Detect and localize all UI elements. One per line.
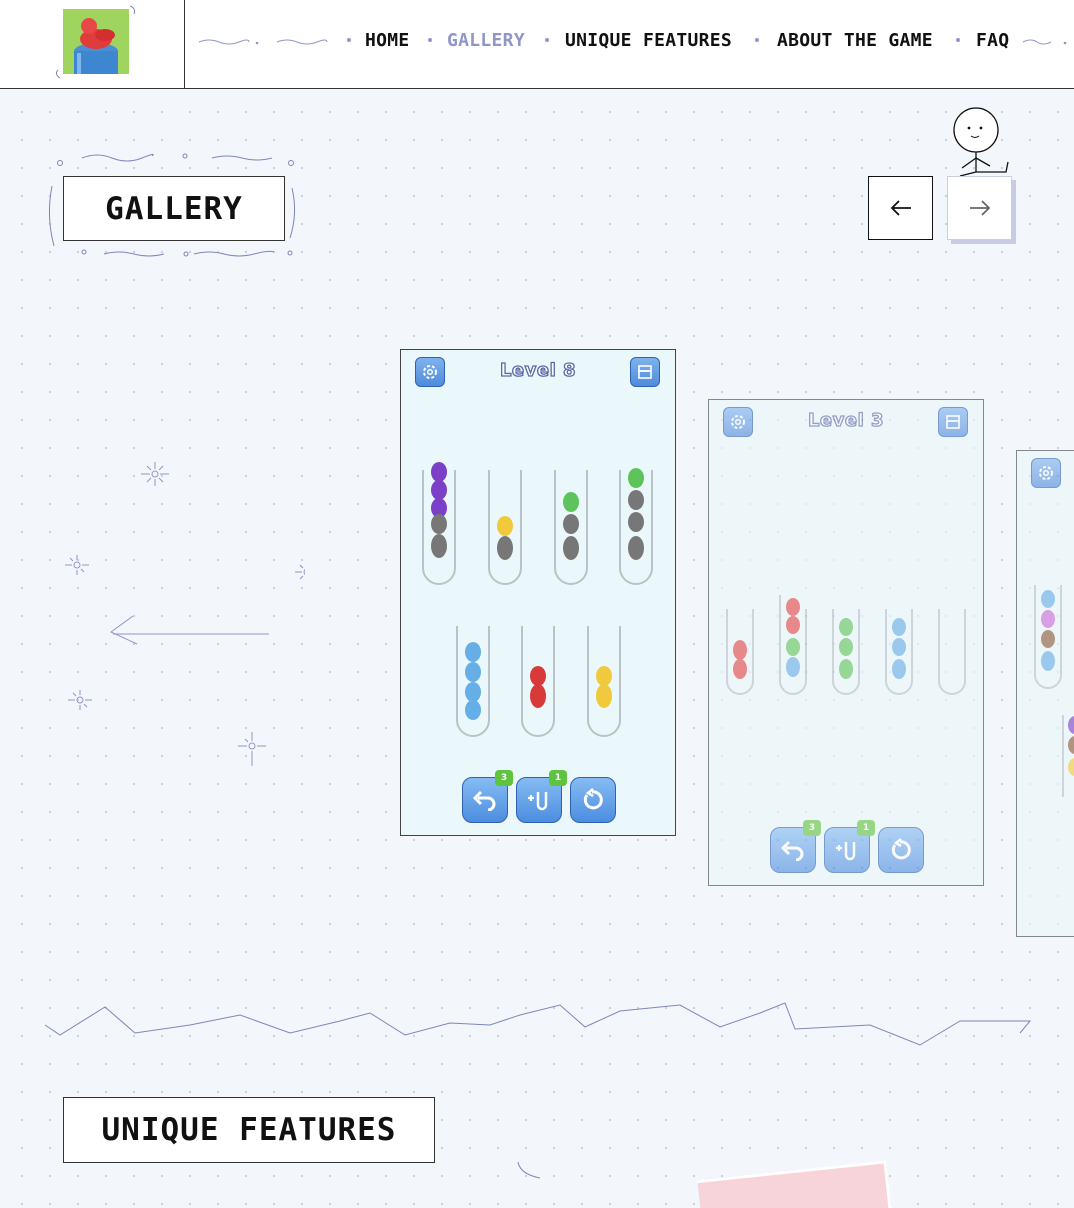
feature-card-preview: [697, 1160, 893, 1208]
section-divider-doodle: [44, 1002, 1032, 1046]
unique-features-title: UNIQUE FEATURES: [63, 1097, 435, 1163]
gallery-next-button[interactable]: [947, 176, 1012, 240]
add-tube-button: 1: [516, 770, 567, 823]
tube-row: [726, 595, 966, 695]
nav-squiggle-left: [198, 39, 328, 45]
arrow-right-icon: [969, 200, 990, 216]
add-count-badge: 1: [857, 820, 875, 836]
nav-unique-features[interactable]: UNIQUE FEATURES: [565, 30, 732, 51]
nav-about-the-game[interactable]: ABOUT THE GAME: [777, 30, 933, 51]
tube-grid: [422, 462, 653, 737]
feature-doodle: [517, 1161, 541, 1179]
add-tube-icon: [528, 792, 548, 811]
nav-home[interactable]: HOME: [365, 30, 410, 51]
nav-squiggle-right: [1022, 39, 1067, 45]
sparkle-doodles: [65, 462, 305, 766]
undo-count-badge: 3: [495, 770, 513, 786]
logo-doodle: [55, 5, 135, 79]
gallery-title: GALLERY: [63, 176, 285, 241]
gallery-card-3[interactable]: [1016, 450, 1074, 937]
logo-container[interactable]: [0, 0, 185, 88]
stick-figure-doodle: [953, 107, 1009, 177]
arrow-left-icon: [890, 200, 911, 216]
gallery-card-1[interactable]: Level 8 3 1: [400, 349, 676, 836]
nav-gallery[interactable]: GALLERY: [447, 30, 525, 51]
main-nav: HOME GALLERY UNIQUE FEATURES ABOUT THE G…: [185, 0, 1074, 88]
gear-icon: [1039, 466, 1053, 480]
add-tube-button: 1: [824, 820, 875, 873]
undo-button: 3: [462, 770, 513, 823]
restart-button: [878, 827, 924, 873]
add-count-badge: 1: [549, 770, 567, 786]
nav-faq[interactable]: FAQ: [976, 30, 1009, 51]
add-tube-icon: [836, 842, 856, 861]
tube-partial: [1034, 585, 1074, 797]
shop-icon: [946, 415, 960, 429]
undo-count-badge: 3: [803, 820, 821, 836]
settings-button: [1031, 458, 1061, 488]
gallery-prev-button[interactable]: [868, 176, 933, 240]
shop-button: [938, 407, 968, 437]
undo-icon: [472, 790, 496, 811]
restart-icon: [583, 788, 603, 810]
site-header: HOME GALLERY UNIQUE FEATURES ABOUT THE G…: [0, 0, 1074, 89]
shop-icon: [638, 365, 652, 379]
restart-icon: [891, 838, 911, 860]
undo-button: 3: [770, 820, 821, 873]
gallery-card-2[interactable]: Level 3 3 1: [708, 399, 984, 886]
undo-icon: [780, 840, 804, 861]
restart-button: [570, 777, 616, 823]
shop-button: [630, 357, 660, 387]
